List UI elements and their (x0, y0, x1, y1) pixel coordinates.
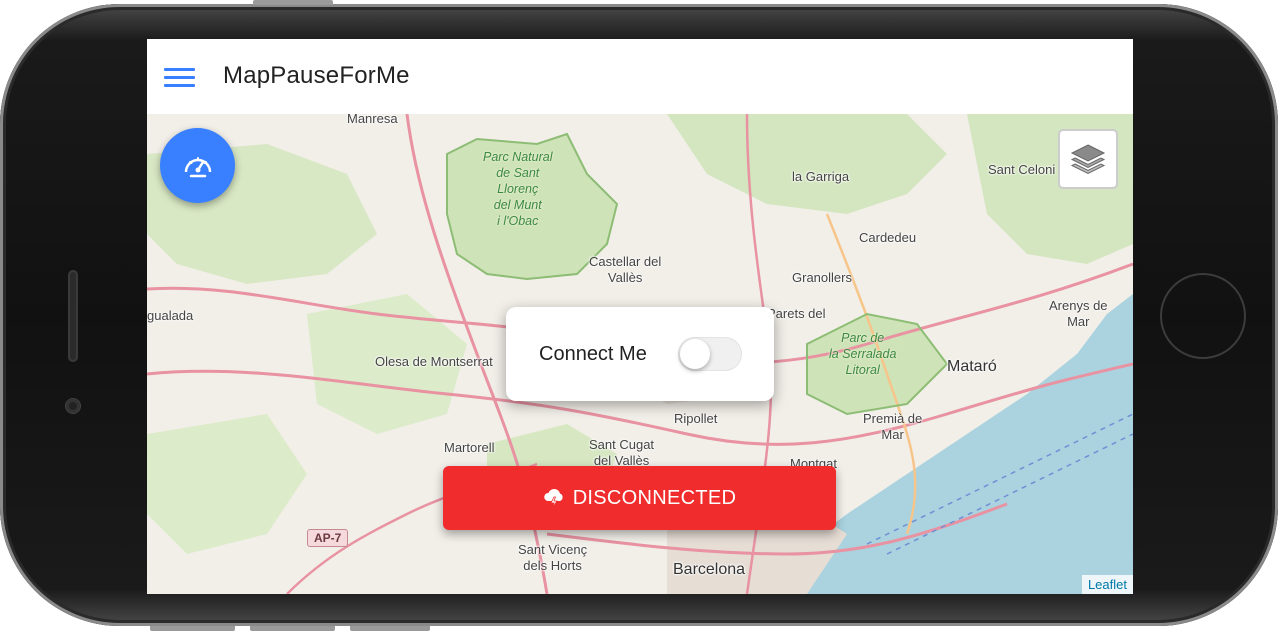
phone-speaker (68, 270, 78, 362)
phone-home-button[interactable] (1160, 273, 1246, 359)
map-label: Parets del (767, 306, 826, 321)
map-label: Sant Vicenç dels Horts (518, 542, 588, 573)
map-label: la Garriga (792, 169, 850, 184)
toggle-knob (680, 339, 710, 369)
map-label: Granollers (792, 270, 852, 285)
map-label: Premià de Mar (863, 411, 923, 442)
toolbar: MapPauseForMe (147, 39, 1133, 114)
app-screen: MapPauseForMe Manresa la Garriga Sant Ce… (147, 39, 1133, 594)
park-label: Parc de la Serralada Litoral (829, 331, 897, 377)
connect-card: Connect Me (506, 307, 774, 401)
phone-mute-switch (350, 626, 430, 631)
phone-volume-button (150, 626, 235, 631)
map-label: Mataró (947, 358, 997, 375)
map-label: Sant Celoni (988, 162, 1056, 177)
road-shield: AP-7 (307, 529, 349, 547)
speedometer-button[interactable] (160, 128, 235, 203)
map-label: Barcelona (673, 561, 746, 578)
map-label: gualada (147, 308, 194, 323)
page-title: MapPauseForMe (223, 62, 410, 89)
map-label: Manresa (347, 114, 398, 126)
status-label: DISCONNECTED (572, 486, 737, 509)
layers-button[interactable] (1058, 129, 1118, 189)
map-label: Ripollet (674, 411, 718, 426)
phone-side-button (253, 0, 333, 5)
map-label: Martorell (444, 440, 495, 455)
map-label: Cardedeu (859, 230, 917, 245)
connect-label: Connect Me (539, 343, 647, 365)
attribution-link[interactable]: Leaflet (1081, 575, 1133, 594)
map-label: Castellar del Vallès (589, 254, 662, 285)
connection-status-button[interactable]: DISCONNECTED (443, 466, 836, 530)
speedometer-icon (184, 157, 212, 178)
connect-toggle[interactable] (678, 337, 742, 371)
map-label: Arenys de Mar (1049, 298, 1108, 329)
phone-volume-button (250, 626, 335, 631)
map-label: Olesa de Montserrat (375, 354, 493, 369)
menu-icon[interactable] (164, 68, 195, 88)
layers-icon (1070, 144, 1106, 175)
phone-camera (66, 399, 80, 413)
cloud-lightning-icon (543, 488, 563, 508)
park-label: Parc Natural de Sant Llorenç del Munt i l'Ob… (483, 150, 553, 228)
map-label: Sant Cugat del Vallès (589, 437, 655, 468)
